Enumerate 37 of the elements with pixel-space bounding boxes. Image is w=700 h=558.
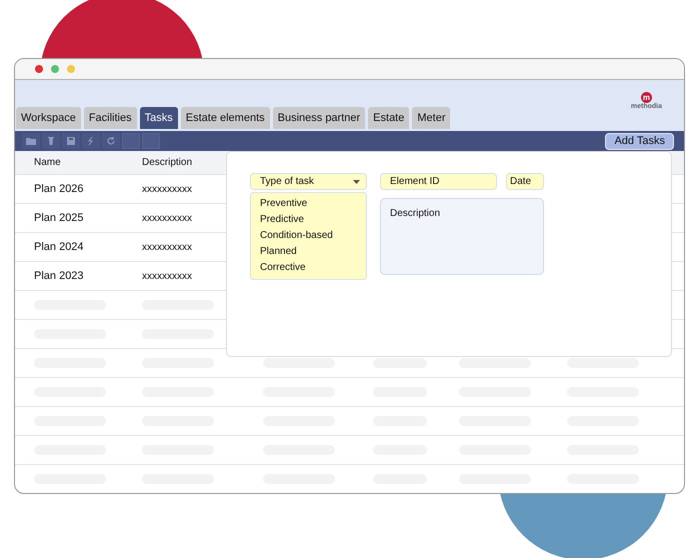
trash-icon[interactable] (42, 133, 60, 149)
dropdown-option[interactable]: Corrective (251, 260, 366, 276)
dropdown-option[interactable]: Predictive (251, 212, 366, 228)
tab[interactable]: Business partner (272, 107, 366, 129)
table-cell-text: Plan 2023 (34, 268, 84, 284)
column-header: Name (34, 156, 61, 170)
date-field[interactable]: Date (506, 173, 544, 190)
table-cell-text: xxxxxxxxxx (142, 240, 192, 254)
caret-icon (353, 180, 360, 184)
table-cell-text: xxxxxxxxxx (142, 182, 192, 196)
description-field[interactable]: Description (380, 198, 544, 275)
column-header: Description (142, 156, 192, 170)
tab[interactable]: Estate (368, 107, 410, 129)
logo-mark: m (640, 92, 652, 103)
refresh-icon[interactable] (102, 133, 120, 149)
placeholder-bar (567, 358, 639, 368)
dropdown-option[interactable]: Condition-based (251, 228, 366, 244)
table-cell-text: Plan 2026 (34, 182, 84, 197)
table-cell-text: Plan 2024 (34, 240, 84, 255)
tab[interactable]: Estate elements (180, 107, 270, 129)
add-tasks-button[interactable]: Add Tasks (605, 132, 674, 150)
table-cell-text: xxxxxxxxxx (142, 270, 192, 284)
table-cell-text: xxxxxxxxxx (142, 212, 192, 226)
save-icon[interactable] (62, 133, 80, 149)
placeholder-bar (263, 358, 335, 368)
dropdown-option[interactable]: Preventive (251, 196, 366, 212)
tab[interactable]: Meter (412, 107, 450, 129)
table-cell-text: Plan 2025 (34, 210, 84, 226)
tab[interactable]: Workspace (16, 107, 81, 129)
type-dropdown[interactable]: Type of task (250, 173, 367, 190)
tab[interactable]: Facilities (84, 107, 137, 129)
tab[interactable]: Tasks (140, 107, 178, 129)
placeholder-bar (459, 358, 531, 368)
placeholder-bar (373, 358, 427, 368)
dropdown-option[interactable]: Planned (251, 244, 366, 260)
folder-icon[interactable] (22, 133, 40, 149)
element-id-field[interactable]: Element ID (380, 173, 497, 190)
